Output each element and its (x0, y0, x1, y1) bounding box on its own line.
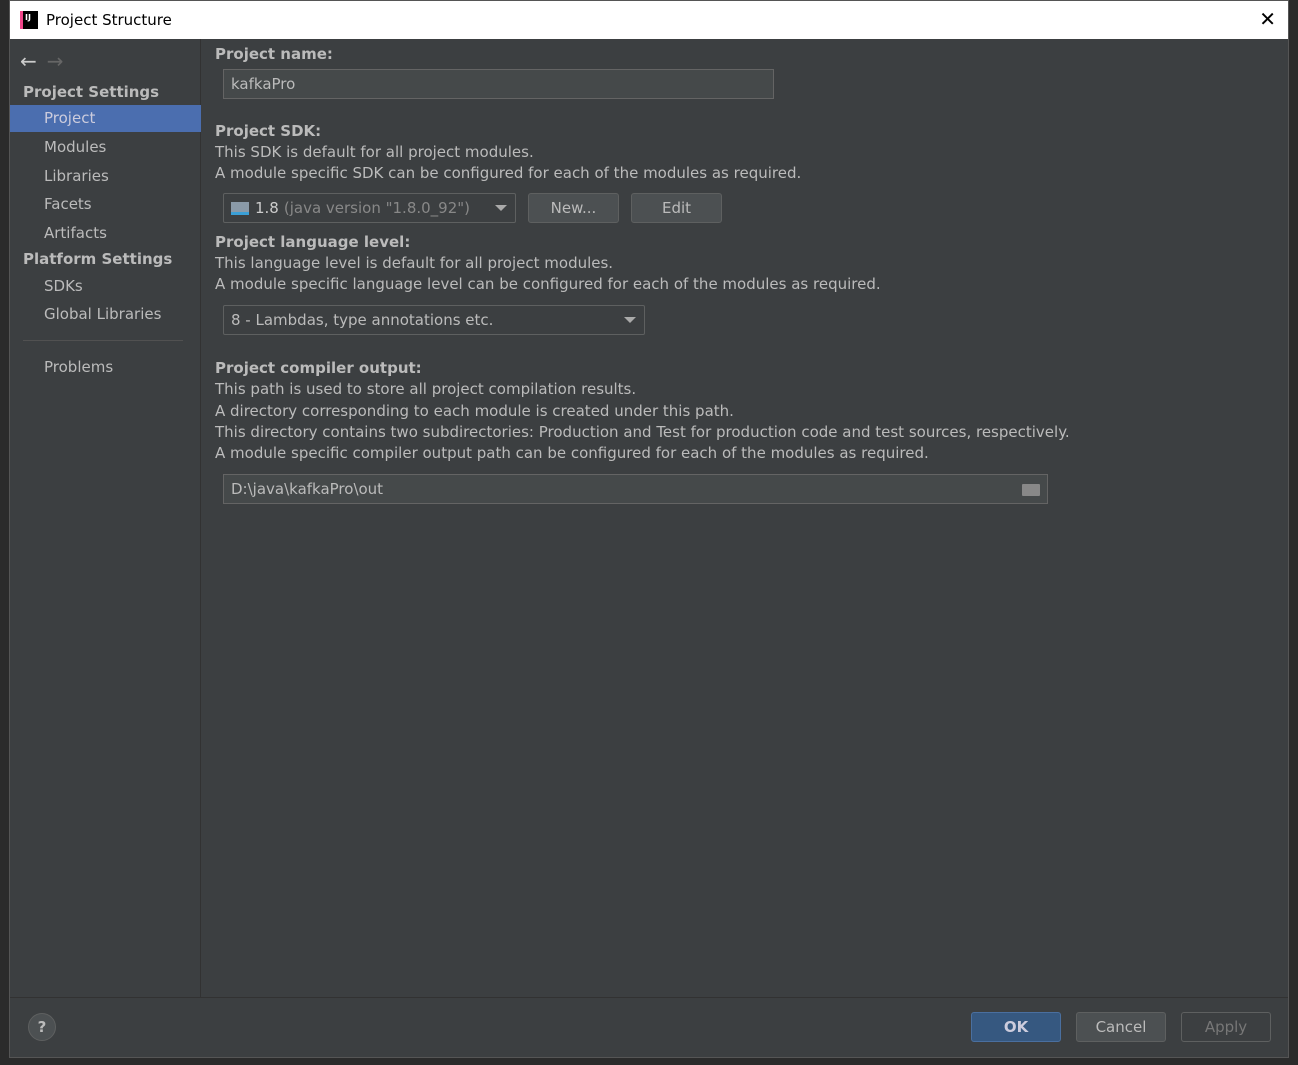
project-settings-header: Project Settings (23, 83, 160, 101)
window-title: Project Structure (46, 11, 172, 29)
compiler-output-description: A directory corresponding to each module… (215, 402, 734, 420)
sidebar-item-artifacts[interactable]: Artifacts (10, 220, 201, 247)
sdk-description: This SDK is default for all project modu… (215, 143, 534, 161)
title-bar: IJ Project Structure ✕ (10, 1, 1288, 39)
apply-button[interactable]: Apply (1181, 1012, 1271, 1042)
sdk-description: A module specific SDK can be configured … (215, 164, 802, 182)
project-sdk-label: Project SDK: (215, 122, 322, 140)
browse-folder-icon[interactable] (1022, 484, 1040, 496)
back-arrow-icon[interactable]: ← (20, 49, 37, 73)
sidebar: ← → Project Settings Project Modules Libr… (10, 39, 201, 997)
chevron-down-icon (495, 205, 507, 211)
compiler-output-description: This path is used to store all project c… (215, 380, 637, 398)
project-settings-panel: Project name: kafkaPro Project SDK: This… (202, 39, 1288, 997)
language-level-description: This language level is default for all p… (215, 254, 614, 272)
ok-button[interactable]: OK (971, 1012, 1061, 1042)
edit-sdk-button[interactable]: Edit (631, 193, 722, 223)
sdk-version: 1.8 (255, 199, 279, 217)
sidebar-item-facets[interactable]: Facets (10, 191, 201, 218)
folder-icon (231, 201, 249, 215)
forward-arrow-icon[interactable]: → (47, 49, 64, 73)
intellij-logo-icon: IJ (20, 11, 38, 29)
sidebar-item-sdks[interactable]: SDKs (10, 273, 201, 300)
language-level-value: 8 - Lambdas, type annotations etc. (231, 311, 494, 329)
sdk-dropdown[interactable]: 1.8 (java version "1.8.0_92") (223, 193, 516, 223)
sidebar-item-global-libraries[interactable]: Global Libraries (10, 301, 201, 328)
help-button[interactable]: ? (28, 1013, 56, 1041)
language-level-label: Project language level: (215, 233, 411, 251)
cancel-button[interactable]: Cancel (1076, 1012, 1166, 1042)
project-name-label: Project name: (215, 45, 333, 63)
compiler-output-description: A module specific compiler output path c… (215, 444, 929, 462)
sdk-detail: (java version "1.8.0_92") (283, 199, 471, 217)
compiler-output-input[interactable]: D:\java\kafkaPro\out (223, 474, 1048, 504)
compiler-output-description: This directory contains two subdirectori… (215, 423, 1070, 441)
chevron-down-icon (624, 317, 636, 323)
close-icon[interactable]: ✕ (1259, 7, 1276, 31)
sidebar-item-libraries[interactable]: Libraries (10, 163, 201, 190)
project-name-input[interactable]: kafkaPro (223, 69, 774, 99)
language-level-dropdown[interactable]: 8 - Lambdas, type annotations etc. (223, 305, 645, 335)
new-sdk-button[interactable]: New... (528, 193, 619, 223)
sidebar-item-problems[interactable]: Problems (10, 354, 201, 381)
dialog-footer: ? OK Cancel Apply (10, 997, 1288, 1057)
compiler-output-label: Project compiler output: (215, 359, 422, 377)
sidebar-item-modules[interactable]: Modules (10, 134, 201, 161)
language-level-description: A module specific language level can be … (215, 275, 881, 293)
sidebar-item-project[interactable]: Project (10, 105, 201, 132)
compiler-output-path: D:\java\kafkaPro\out (231, 480, 384, 498)
platform-settings-header: Platform Settings (23, 250, 173, 268)
project-structure-dialog: IJ Project Structure ✕ ← → Project Settin… (9, 0, 1289, 1058)
divider (23, 340, 183, 341)
